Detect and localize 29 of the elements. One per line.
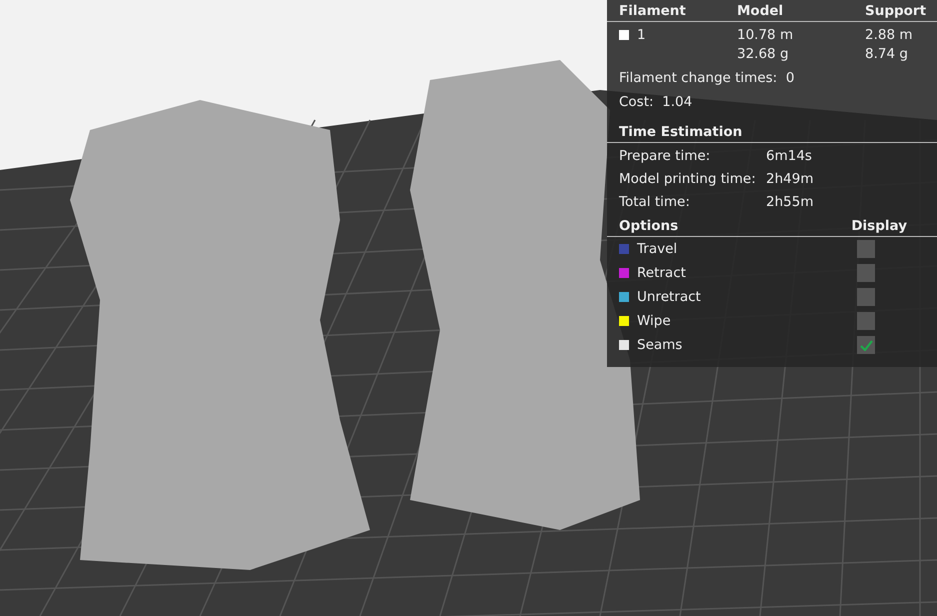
time-value: 2h55m	[766, 193, 814, 212]
support-usage: 8.74 g	[865, 45, 909, 64]
option-label: Travel	[637, 241, 678, 257]
filament-name: 1	[637, 27, 646, 43]
time-label: Total time:	[619, 193, 691, 212]
display-checkbox[interactable]	[857, 312, 875, 330]
option-label: Seams	[637, 337, 684, 353]
summary-text: Cost: 1.04	[619, 93, 694, 112]
model-usage: 32.68 g	[737, 45, 790, 64]
time-value: 6m14s	[766, 147, 813, 166]
display-checkbox[interactable]	[857, 264, 875, 282]
summary-text: Filament change times: 0	[619, 69, 796, 88]
column-header: Model	[737, 2, 784, 21]
display-checkbox[interactable]	[857, 336, 875, 354]
column-header: Filament	[619, 2, 687, 21]
column-header: Display	[851, 218, 907, 234]
section-title: Options	[619, 218, 678, 234]
time-label: Model printing time:	[619, 170, 757, 189]
display-checkbox[interactable]	[857, 240, 875, 258]
option-label: Wipe	[637, 313, 672, 329]
display-checkbox[interactable]	[857, 288, 875, 306]
option-label: Unretract	[637, 289, 702, 305]
time-value: 2h49m	[766, 170, 814, 189]
option-label: Retract	[637, 265, 687, 281]
column-header: Support	[865, 2, 928, 21]
section-title: Time Estimation	[607, 124, 937, 143]
support-usage: 2.88 m	[865, 26, 914, 45]
model-usage: 10.78 m	[737, 26, 794, 45]
time-label: Prepare time:	[619, 147, 712, 166]
